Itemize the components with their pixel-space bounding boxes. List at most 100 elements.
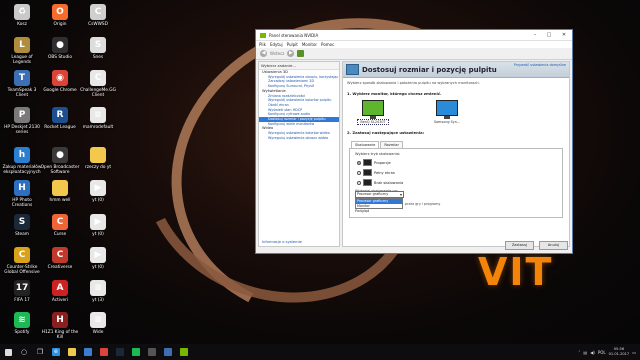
scaling-device-dropdown[interactable]: Procesor graficzny Procesor graficznyMon…	[355, 191, 404, 210]
desktop-icon[interactable]: ≡ mamrodefault	[78, 105, 118, 147]
origin-icon: O	[52, 4, 68, 20]
desktop-icon-label: TeamSpeak 3 Client	[7, 88, 37, 98]
notifications-icon[interactable]: ▭	[632, 350, 636, 355]
menu-desktop[interactable]: Pulpit	[287, 42, 298, 47]
task-view-icon[interactable]: ❐	[32, 344, 48, 360]
desktop-icon[interactable]: ≡ Wide	[78, 310, 118, 344]
spotify-icon[interactable]	[128, 344, 144, 360]
desktop-icon-label: yt (0)	[92, 265, 104, 270]
minimize-button[interactable]: –	[528, 30, 542, 40]
teamspeak-icon-glyph	[164, 348, 172, 356]
restore-defaults-link[interactable]: Przywróć ustawienia domyślne	[514, 63, 566, 67]
menu-file[interactable]: Plik	[259, 42, 266, 47]
back-label[interactable]: Wstecz	[270, 51, 284, 56]
window-title: Panel sterowania NVIDIA	[269, 32, 319, 38]
desktop-icon[interactable]: ◉ Google Chrome	[40, 68, 80, 110]
obs-icon[interactable]	[144, 344, 160, 360]
back-arrow-icon[interactable]: ◀	[260, 50, 267, 57]
chrome-icon-glyph	[100, 348, 108, 356]
title-bar[interactable]: Panel sterowania NVIDIA – □ ✕	[256, 30, 572, 41]
close-button[interactable]: ✕	[556, 30, 572, 40]
dialog-buttons: Zastosuj Anuluj	[505, 241, 568, 250]
desktop-icon-label: Rocket League	[44, 125, 76, 130]
radio-button[interactable]	[357, 170, 361, 175]
activeri-icon: A	[52, 280, 68, 296]
file-explorer-icon[interactable]	[64, 344, 80, 360]
desktop-icon[interactable]: R Rocket League	[40, 105, 80, 147]
chrome-icon[interactable]	[96, 344, 112, 360]
steam-icon[interactable]	[112, 344, 128, 360]
home-icon[interactable]	[297, 50, 305, 57]
maximize-button[interactable]: □	[542, 30, 556, 40]
desktop-icon-label: rzeczy do yt	[84, 165, 112, 170]
radio-button[interactable]	[357, 160, 361, 165]
store-icon[interactable]	[80, 344, 96, 360]
search-icon[interactable]: ○	[16, 344, 32, 360]
obs-classic-icon: ●	[52, 147, 68, 163]
nvidia-control-panel-window[interactable]: Panel sterowania NVIDIA – □ ✕ Plik Edytu…	[255, 29, 573, 254]
menu-monitor[interactable]: Monitor	[302, 42, 317, 47]
folder-icon	[52, 180, 68, 196]
steam-icon-glyph	[116, 348, 124, 356]
desktop-icon[interactable]: C ChallengeMe.GG Client	[78, 68, 118, 110]
desktop-icon-label: yt (3)	[92, 298, 104, 303]
language-indicator[interactable]: POL	[598, 350, 606, 355]
desktop-icon-label: yt (0)	[92, 232, 104, 237]
desktop-icon-label: yt (0)	[92, 198, 104, 203]
scaling-mode-options: Proporcje Pełny ekran Brak skalowania	[355, 159, 557, 186]
desktop-icon[interactable]: T TeamSpeak 3 Client	[2, 68, 42, 110]
desktop-icon[interactable]: ≋ Spotify	[2, 310, 42, 344]
chevron-up-icon[interactable]: ˄	[578, 350, 580, 355]
nvidia-icon-glyph	[180, 348, 188, 356]
scaling-mode-radio[interactable]: Proporcje	[357, 159, 557, 166]
desktop-icon-label: League of Legends	[11, 55, 33, 65]
teamspeak-icon[interactable]	[160, 344, 176, 360]
desktop-icon[interactable]: P HP Deskjet 2130 series	[2, 105, 42, 147]
task-tree: Ustawienia 3D Wyregulój ustawienia obrazu…	[259, 70, 339, 141]
menu-help[interactable]: Pomoc	[321, 42, 334, 47]
apply-button[interactable]: Zastosuj	[505, 241, 534, 250]
scaling-mode-label: Wybierz tryb skalowania:	[355, 152, 401, 156]
step-2-heading: 2. Zastosuj następujące ustawienia:	[347, 130, 425, 135]
system-info-link[interactable]: Informacje o systemie	[262, 240, 302, 244]
cancel-button[interactable]: Anuluj	[539, 241, 568, 250]
task-tree-panel: Wybierz zadanie... Ustawienia 3D Wyreguló…	[258, 61, 340, 247]
volume-icon[interactable]: ◀)	[590, 350, 595, 355]
radio-button[interactable]	[357, 180, 361, 185]
desktop-icon-label: Activeri	[51, 298, 69, 303]
desktop-icon-label: Counter-Strike Global Offensive	[4, 265, 40, 275]
edge-icon[interactable]: e	[48, 344, 64, 360]
start-button[interactable]	[0, 344, 16, 360]
clock[interactable]: 05:56 01.01.2017	[609, 347, 630, 357]
monitor-icon	[362, 100, 384, 116]
obs-icon: ●	[52, 37, 68, 53]
scaling-mode-radio[interactable]: Brak skalowania	[357, 179, 557, 186]
desktop-icon-label: Spotify	[14, 330, 30, 335]
nvidia-icon[interactable]	[176, 344, 192, 360]
tree-item[interactable]: Wyreguluj ustawienia obrazu wideo	[259, 136, 339, 141]
content-header: Dostosuj rozmiar i pozycję pulpitu Przyw…	[343, 62, 569, 78]
creativerse-icon: C	[52, 247, 68, 263]
menu-edit[interactable]: Edytuj	[270, 42, 283, 47]
chrome-icon: ◉	[52, 70, 68, 86]
monitor-label: BenQ XL2430T	[357, 119, 389, 125]
h1z1-icon: H	[52, 312, 68, 328]
page-title: Dostosuj rozmiar i pozycję pulpitu	[362, 65, 497, 74]
scaling-mode-radio[interactable]: Pełny ekran	[357, 169, 557, 176]
desktop-icon-label: hmm well	[49, 198, 71, 203]
tab-scaling[interactable]: Skalowanie	[351, 141, 380, 148]
monitor-option[interactable]: Samsung Syn...	[432, 100, 462, 124]
tab-size[interactable]: Rozmiar	[380, 141, 403, 148]
preview-label: Podgląd	[355, 209, 370, 213]
monitor-icon	[436, 100, 458, 116]
page-subtitle: Wybierz sposób skalowania i położenia pu…	[347, 81, 480, 85]
desktop-icon-label: Wide	[92, 330, 104, 335]
desktop-icon[interactable]: H H1Z1 King of the Kill	[40, 310, 80, 344]
dropdown-option[interactable]: Monitor	[356, 204, 402, 209]
monitor-option[interactable]: BenQ XL2430T	[357, 100, 389, 125]
forward-arrow-icon[interactable]: ▶	[287, 50, 295, 57]
scaling-device-select[interactable]: Procesor graficzny	[355, 191, 404, 198]
folder-icon	[90, 147, 106, 163]
csgo-icon: C	[14, 247, 30, 263]
network-icon[interactable]: ▤	[583, 350, 587, 355]
